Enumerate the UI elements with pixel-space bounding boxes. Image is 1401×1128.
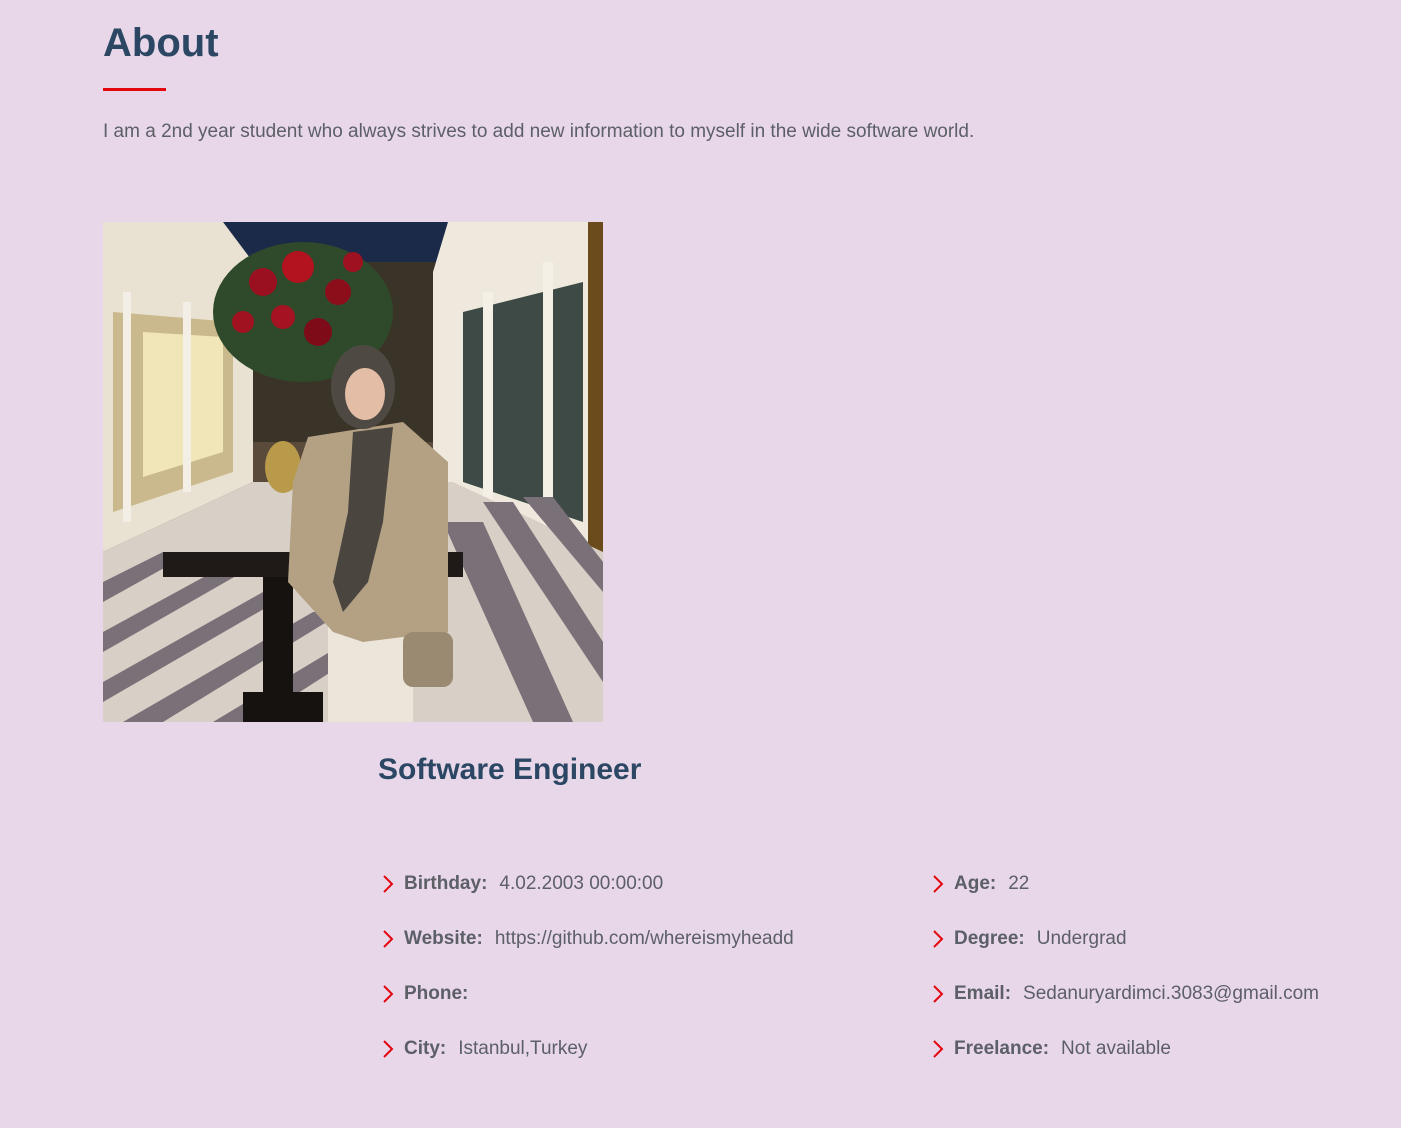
section-title: About: [103, 21, 219, 65]
chevron-right-icon: [383, 929, 394, 948]
info-value: Undergrad: [1036, 927, 1127, 949]
info-item-birthday: Birthday: 4.02.2003 00:00:00: [380, 856, 794, 911]
about-intro: I am a 2nd year student who always striv…: [103, 121, 975, 142]
info-item-phone: Phone:: [380, 966, 794, 1021]
chevron-right-icon: [383, 1039, 394, 1058]
chevron-right-icon: [933, 984, 944, 1003]
info-label: Phone:: [404, 982, 469, 1004]
info-value: Sedanuryardimci.3083@gmail.com: [1023, 982, 1320, 1004]
profile-photo: [103, 222, 603, 722]
info-list-left: Birthday: 4.02.2003 00:00:00 Website: ht…: [380, 856, 794, 1076]
info-item-website: Website: https://github.com/whereismyhea…: [380, 911, 794, 966]
role-heading: Software Engineer: [378, 753, 642, 786]
info-item-email: Email: Sedanuryardimci.3083@gmail.com: [930, 966, 1319, 1021]
chevron-right-icon: [933, 929, 944, 948]
info-item-degree: Degree: Undergrad: [930, 911, 1319, 966]
info-value: https://github.com/whereismyheadd: [494, 927, 794, 949]
info-item-freelance: Freelance: Not available: [930, 1021, 1319, 1076]
chevron-right-icon: [383, 984, 394, 1003]
info-item-age: Age: 22: [930, 856, 1319, 911]
info-label: Age:: [954, 872, 997, 894]
info-value: 4.02.2003 00:00:00: [499, 872, 664, 894]
info-label: Email:: [954, 982, 1012, 1004]
info-list-right: Age: 22 Degree: Undergrad Email: Sedanur…: [930, 856, 1319, 1076]
info-item-city: City: Istanbul,Turkey: [380, 1021, 794, 1076]
info-label: Website:: [404, 927, 483, 949]
chevron-right-icon: [933, 874, 944, 893]
info-label: Birthday:: [404, 872, 488, 894]
chevron-right-icon: [933, 1039, 944, 1058]
chevron-right-icon: [383, 874, 394, 893]
info-value: Istanbul,Turkey: [458, 1037, 588, 1059]
info-value: Not available: [1061, 1037, 1171, 1059]
title-underline: [103, 88, 166, 91]
info-label: City:: [404, 1037, 447, 1059]
info-label: Degree:: [954, 927, 1025, 949]
info-label: Freelance:: [954, 1037, 1050, 1059]
info-value: 22: [1008, 872, 1030, 894]
